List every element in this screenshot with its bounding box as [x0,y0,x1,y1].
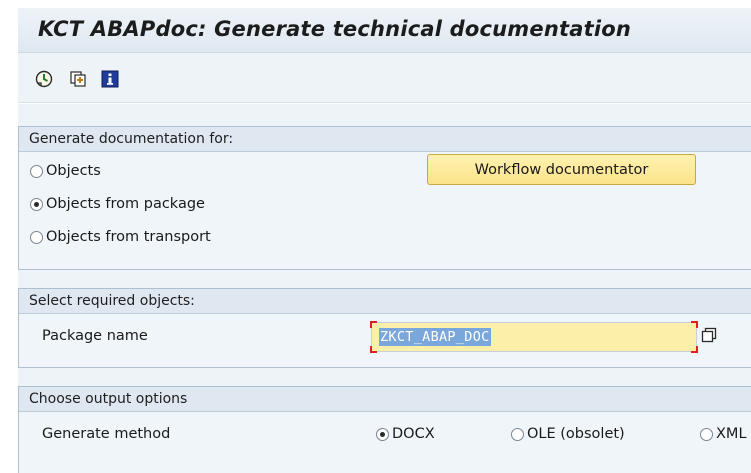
radio-ole[interactable]: OLE (obsolet) [511,426,625,442]
required-marker [691,346,698,353]
radio-objects-from-package-circle[interactable] [30,197,43,211]
application-toolbar [18,53,751,103]
required-marker [370,346,377,353]
radio-objects-from-package[interactable]: Objects from package [30,196,205,212]
info-button[interactable] [99,68,121,90]
objects-group-header: Select required objects: [19,289,751,314]
info-icon [101,70,119,88]
required-marker [370,321,377,328]
radio-xml-label: XML [716,426,747,442]
package-name-label: Package name [42,328,148,344]
output-group-header: Choose output options [19,387,751,412]
radio-objects[interactable]: Objects [30,163,101,179]
package-name-input[interactable]: ZKCT_ABAP_DOC [370,321,698,353]
radio-docx-label: DOCX [392,426,435,442]
radio-docx[interactable]: DOCX [376,426,435,442]
radio-xml[interactable]: XML [700,426,747,442]
radio-objects-label: Objects [46,163,101,179]
radio-objects-from-transport-label: Objects from transport [46,229,211,245]
package-name-value: ZKCT_ABAP_DOC [379,328,491,346]
page-title: KCT ABAPdoc: Generate technical document… [38,17,632,41]
workflow-documentator-button[interactable]: Workflow documentator [427,154,696,185]
documentation-group-header: Generate documentation for: [19,127,751,152]
execute-button[interactable] [33,68,55,90]
generate-method-label: Generate method [42,426,171,442]
radio-ole-circle[interactable] [511,427,524,441]
execute-icon [35,70,53,88]
value-help-icon [701,327,717,343]
radio-objects-from-package-label: Objects from package [46,196,205,212]
radio-xml-circle[interactable] [700,427,713,441]
radio-objects-circle[interactable] [30,164,43,178]
radio-ole-label: OLE (obsolet) [527,426,625,442]
title-bar: KCT ABAPdoc: Generate technical document… [18,8,751,53]
radio-docx-circle[interactable] [376,427,389,441]
required-marker [691,321,698,328]
radio-objects-from-transport[interactable]: Objects from transport [30,229,211,245]
variant-button[interactable] [67,68,89,90]
variant-icon [70,71,86,87]
radio-objects-from-transport-circle[interactable] [30,230,43,244]
value-help-button[interactable] [699,324,719,346]
